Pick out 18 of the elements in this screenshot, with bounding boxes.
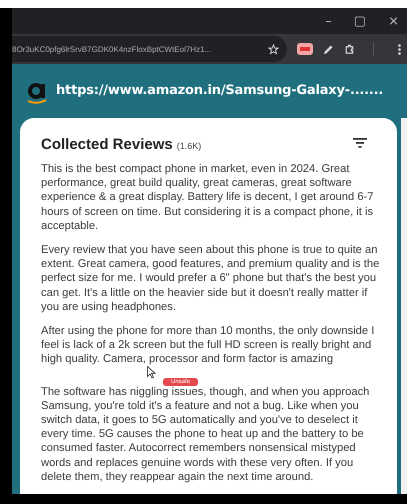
address-bar[interactable]: 8Or3uKC0pfg6lrSrvB7GDK0K4nzFloxBptCWtEol7Hz1... [12, 36, 287, 62]
filter-icon[interactable] [353, 138, 367, 148]
review-text: The software has niggling issues, though, and when you approach Samsung, you're told it's a feature and not a bug. Like when you switch data, it goes to 5G automatically and you've to deselect it every time. 5G causes the phone to heat up and the battery to be consumed faster. Autocorrect remembers nonsensical mistyped words and replaces genuine words with these very often. If you delete them, they reappear again the next time around. [41, 384, 370, 484]
puzzle-icon[interactable] [344, 44, 355, 54]
review-text: Every review that you have seen about this phone is true to quite an extent. Great camera, good features, and premium quality and is the perfect size for me. I would prefer a 6" phone but that's the best you can get. It's a little on the heavier side but it doesn't really matter if you are using headphones. [41, 242, 380, 314]
restore-button[interactable]: ▢ [354, 14, 366, 29]
review-text: After using the phone for more than 10 months, the only downside I feel is lack of a 2k screen but the full HD screen is really bright and high quality. Camera, processor and form factor is amazing [41, 324, 376, 367]
star-icon[interactable] [268, 44, 279, 54]
reviews-title: Collected Reviews [41, 136, 173, 153]
extension-icon[interactable] [297, 43, 313, 55]
review-text: This is the best compact phone in market, even in 2024. Great performance, great build quality, great cameras, great software experience & a great display. Battery life is decent, I get around 6-7 hours of screen on time. But considering it is a compact phone, it is acceptable. [41, 162, 374, 233]
cursor-icon [147, 366, 156, 379]
more-menu-icon[interactable] [398, 44, 401, 54]
pencil-icon[interactable] [323, 44, 334, 54]
minimize-button[interactable]: – [325, 14, 332, 29]
page-url: https://www.amazon.in/Samsung-Galaxy-....... [56, 83, 384, 98]
close-button[interactable]: × [388, 14, 399, 29]
reviews-count: (1.6K) [176, 140, 202, 151]
